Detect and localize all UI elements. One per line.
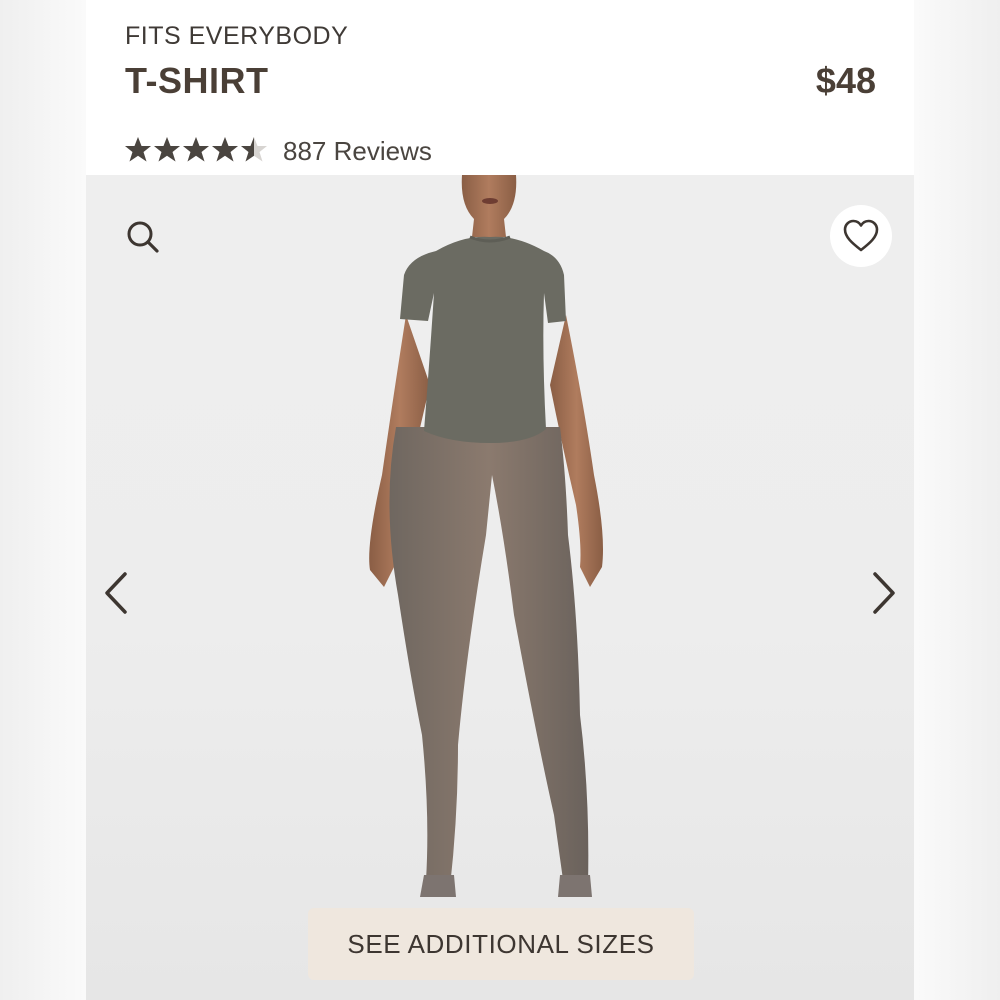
product-header: FITS EVERYBODY T-SHIRT $48 887 Reviews (86, 0, 914, 175)
reviews-link[interactable]: 887 Reviews (283, 136, 432, 167)
product-title: T-SHIRT (125, 60, 269, 101)
collection-label: FITS EVERYBODY (125, 22, 349, 50)
chevron-right-icon (873, 572, 895, 614)
search-button[interactable] (116, 210, 170, 264)
previous-image-button[interactable] (96, 565, 136, 621)
product-price: $48 (815, 60, 876, 101)
see-additional-sizes-button[interactable]: SEE ADDITIONAL SIZES (308, 908, 694, 980)
heart-outline-icon (843, 219, 879, 252)
rating-row[interactable]: 887 Reviews (125, 134, 432, 168)
product-card: FITS EVERYBODY T-SHIRT $48 887 Reviews S… (86, 0, 914, 1000)
next-image-button[interactable] (864, 565, 904, 621)
star-icon (125, 137, 254, 162)
favorite-button[interactable] (830, 205, 892, 267)
chevron-left-icon (105, 572, 127, 614)
stars-filled (125, 136, 254, 166)
product-image-gallery[interactable]: SEE ADDITIONAL SIZES (86, 175, 914, 1000)
star-rating (125, 136, 267, 166)
search-icon (127, 221, 159, 253)
product-photo (369, 175, 603, 897)
